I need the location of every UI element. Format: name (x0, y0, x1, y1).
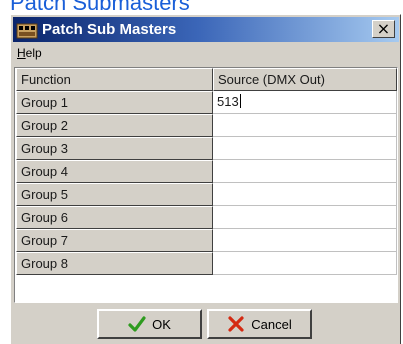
source-value: 513 (217, 94, 239, 109)
x-icon (228, 316, 244, 332)
text-caret (239, 94, 241, 108)
ok-button[interactable]: OK (97, 309, 202, 339)
button-bar: OK Cancel (11, 309, 402, 341)
patch-sub-masters-dialog: Patch Sub Masters × Help Function Source… (10, 14, 401, 344)
table-row: Group 4 (16, 160, 397, 183)
checkmark-icon (128, 316, 146, 332)
table-row: Group 6 (16, 206, 397, 229)
source-cell[interactable] (213, 114, 397, 137)
source-cell[interactable] (213, 137, 397, 160)
grid-header-row: Function Source (DMX Out) (16, 68, 397, 91)
table-row: Group 2 (16, 114, 397, 137)
source-cell[interactable] (213, 252, 397, 275)
row-label: Group 1 (16, 91, 213, 114)
ok-label: OK (152, 316, 171, 332)
source-cell[interactable] (213, 160, 397, 183)
source-cell-editing[interactable]: 513 (213, 91, 397, 114)
column-header-function[interactable]: Function (16, 68, 213, 91)
table-row: Group 1 513 (16, 91, 397, 114)
app-icon (16, 23, 38, 38)
cancel-label: Cancel (251, 316, 292, 332)
source-cell[interactable] (213, 206, 397, 229)
close-button[interactable]: × (372, 20, 395, 38)
page: Patch Submasters Patch Sub Masters × Hel… (0, 0, 403, 344)
row-label: Group 7 (16, 229, 213, 252)
source-cell[interactable] (213, 229, 397, 252)
table-row: Group 7 (16, 229, 397, 252)
menu-help[interactable]: Help (17, 46, 42, 60)
table-row: Group 5 (16, 183, 397, 206)
source-cell[interactable] (213, 183, 397, 206)
title-bar[interactable]: Patch Sub Masters × (13, 17, 399, 42)
menu-help-label: elp (25, 46, 42, 60)
row-label: Group 2 (16, 114, 213, 137)
patch-grid: Function Source (DMX Out) Group 1 513 Gr… (14, 67, 398, 303)
row-label: Group 3 (16, 137, 213, 160)
menu-bar: Help (13, 44, 399, 62)
table-row: Group 8 (16, 252, 397, 275)
column-header-source[interactable]: Source (DMX Out) (213, 68, 397, 91)
row-label: Group 5 (16, 183, 213, 206)
row-label: Group 4 (16, 160, 213, 183)
menu-help-mnemonic: H (17, 46, 26, 60)
cancel-button[interactable]: Cancel (207, 309, 312, 339)
dialog-title: Patch Sub Masters (42, 21, 177, 38)
row-label: Group 6 (16, 206, 213, 229)
table-row: Group 3 (16, 137, 397, 160)
row-label: Group 8 (16, 252, 213, 275)
